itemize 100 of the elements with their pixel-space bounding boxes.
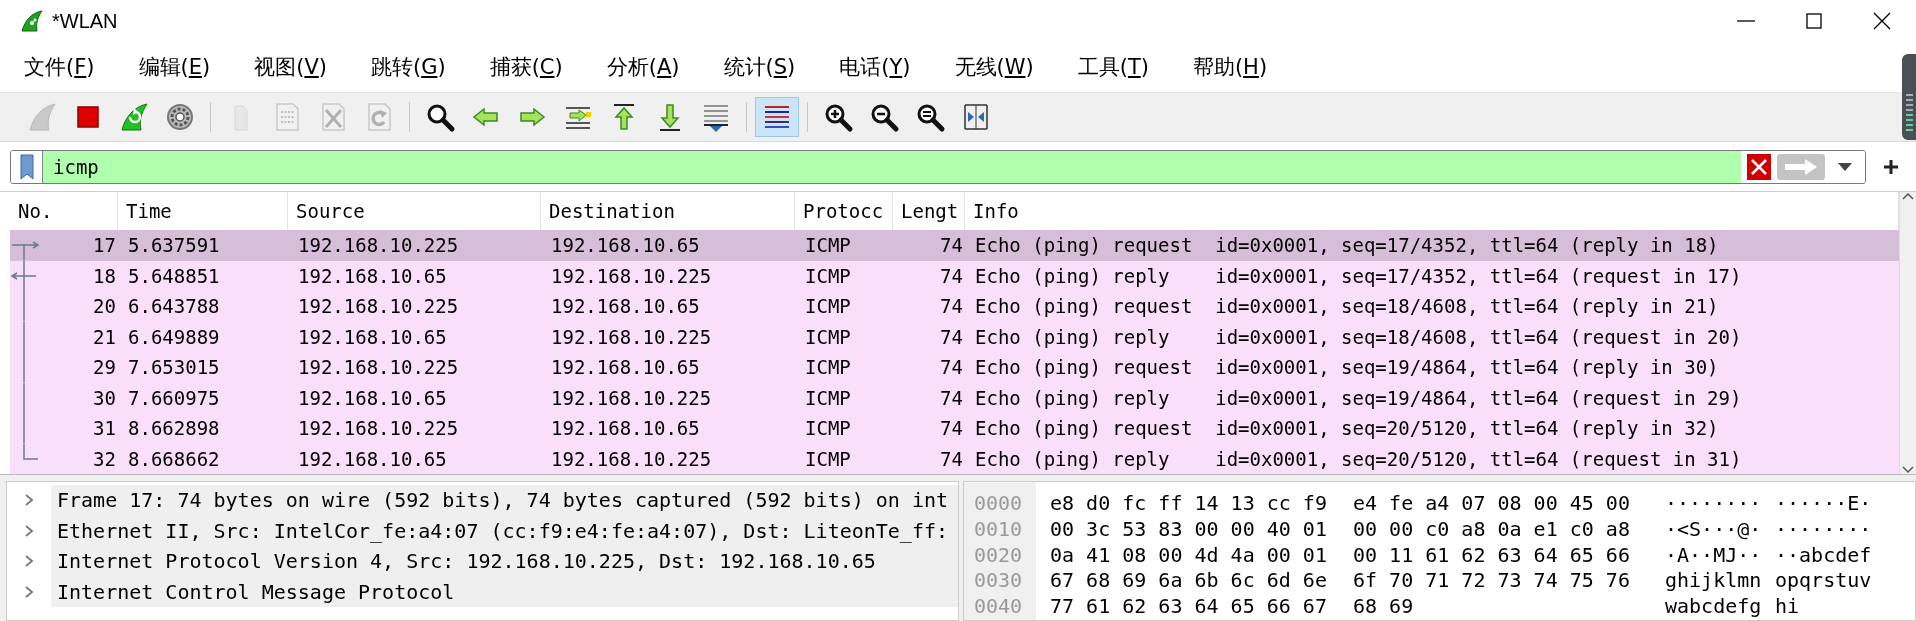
table-cell-text: 6.643788	[127, 295, 221, 318]
table-cell-text: Echo (ping) reply id=0x0001, seq=19/4864, ttl=64 (request in 29)	[974, 386, 1743, 409]
table-cell-text: Echo (ping) reply id=0x0001, seq=17/4352, ttl=64 (request in 17)	[974, 264, 1743, 287]
table-cell-text: 17	[92, 234, 117, 257]
minimize-icon	[1737, 20, 1755, 22]
arrow-right-icon	[11, 241, 40, 249]
table-cell-text: 32	[92, 447, 117, 470]
hex-bytes: 0a 41 08 00 4d 4a 00 01	[1050, 542, 1328, 569]
hex-bytes: 67 68 69 6a 6b 6c 6d 6e	[1050, 568, 1328, 595]
table-cell-text: ICMP	[804, 325, 852, 348]
table-cell-text: 192.168.10.225	[550, 264, 713, 287]
table-cell-text: 74	[939, 417, 964, 440]
packet-row[interactable]: 32 8.668662 192.168.10.65 192.168.10.225 ICMP 74 Echo (ping) reply id=0x0001, seq=20/5120, ttl=64 (request in 31)	[10, 443, 1899, 474]
hex-bytes: 77 61 62 63 64 65 66 67	[1050, 594, 1328, 620]
ascii-text: hi	[1775, 594, 1800, 620]
table-cell-text: 74	[939, 234, 964, 257]
ascii-text: ········	[1665, 491, 1763, 517]
table-cell-text: 192.168.10.65	[297, 386, 448, 409]
menu-item[interactable]: 帮助(H)	[1190, 49, 1270, 85]
menu-item[interactable]: 无线(W)	[952, 49, 1036, 85]
table-cell-text: 192.168.10.225	[550, 325, 713, 348]
table-cell-text: 192.168.10.65	[550, 417, 701, 440]
table-cell-text: 192.168.10.225	[297, 417, 460, 440]
table-cell-text: ICMP	[804, 295, 852, 318]
scroll-down-icon	[1902, 466, 1914, 474]
table-cell-text: 74	[939, 386, 964, 409]
table-cell-text: ICMP	[804, 417, 852, 440]
table-cell-text: 29	[92, 356, 117, 379]
hex-bytes: 00 3c 53 83 00 00 40 01	[1050, 516, 1328, 543]
packet-row[interactable]: 29 7.653015 192.168.10.225 192.168.10.65 ICMP 74 Echo (ping) request id=0x0001, seq=19/4864, ttl=64 (reply in 30)	[10, 352, 1899, 383]
menu-item[interactable]: 工具(T)	[1075, 49, 1151, 85]
menu-item[interactable]: 编辑(E)	[136, 49, 213, 85]
ascii-text: ·A··MJ··	[1665, 542, 1763, 569]
table-cell-text: 192.168.10.65	[297, 325, 448, 348]
table-cell-text: 5.637591	[127, 234, 221, 257]
table-cell-text: 192.168.10.225	[297, 234, 460, 257]
hex-bytes: 00 00 c0 a8 0a e1 c0 a8	[1353, 516, 1631, 543]
window-title: *WLAN	[52, 9, 119, 33]
packet-row[interactable]: 21 6.649889 192.168.10.65 192.168.10.225 ICMP 74 Echo (ping) reply id=0x0001, seq=18/4608, ttl=64 (request in 20)	[10, 321, 1899, 352]
table-cell-text: ICMP	[804, 386, 852, 409]
close-icon	[1873, 12, 1891, 30]
arrow-right-icon	[1783, 157, 1819, 176]
packet-row[interactable]: 18 5.648851 192.168.10.65 192.168.10.225 ICMP 74 Echo (ping) reply id=0x0001, seq=17/4352, ttl=64 (request in 17)	[10, 260, 1899, 291]
table-cell-text: 5.648851	[127, 264, 221, 287]
hex-bytes: e8 d0 fc ff 14 13 cc f9	[1050, 491, 1328, 517]
menu-item[interactable]: 跳转(G)	[368, 49, 448, 85]
bookmark-button[interactable]	[11, 150, 43, 183]
hex-bytes: 00 11 61 62 63 64 65 66	[1353, 542, 1631, 569]
clear-button[interactable]	[1747, 153, 1771, 180]
gear-icon	[164, 101, 196, 133]
table-cell-text: ICMP	[804, 264, 852, 287]
ascii-text: wabcdefg	[1665, 594, 1763, 620]
hex-bytes: 68 69	[1353, 594, 1415, 620]
shark-fin-icon	[26, 101, 58, 133]
table-cell-text: ICMP	[804, 234, 852, 257]
table-cell-text: 74	[939, 295, 964, 318]
byte-offset: 0040	[973, 594, 1024, 620]
ascii-text: ··abcdef	[1775, 542, 1872, 569]
menu-item[interactable]: 分析(A)	[604, 49, 682, 85]
menu-item[interactable]: 文件(F)	[22, 49, 97, 85]
ascii-text: ······E·	[1775, 491, 1872, 517]
ascii-text: opqrstuv	[1775, 568, 1872, 595]
packet-row[interactable]: 20 6.643788 192.168.10.225 192.168.10.65 ICMP 74 Echo (ping) request id=0x0001, seq=18/4608, ttl=64 (reply in 21)	[10, 291, 1899, 322]
table-cell-text: 31	[92, 417, 117, 440]
hex-bytes: e4 fe a4 07 08 00 45 00	[1353, 491, 1631, 517]
table-cell-text: 74	[939, 356, 964, 379]
table-cell-text: 74	[939, 325, 964, 348]
menu-item[interactable]: 视图(V)	[252, 49, 329, 85]
table-cell-text: ICMP	[804, 356, 852, 379]
scroll-up-icon	[1902, 192, 1914, 200]
colored-lines-button[interactable]	[755, 97, 799, 137]
table-cell-text: 8.662898	[127, 417, 221, 440]
packet-row[interactable]: 17 5.637591 192.168.10.225 192.168.10.65 ICMP 74 Echo (ping) request id=0x0001, seq=17/4352, ttl=64 (reply in 18)	[10, 230, 1899, 261]
packet-row[interactable]: 31 8.662898 192.168.10.225 192.168.10.65 ICMP 74 Echo (ping) request id=0x0001, seq=20/5120, ttl=64 (reply in 32)	[10, 413, 1899, 444]
table-cell-text: Echo (ping) reply id=0x0001, seq=18/4608, ttl=64 (request in 20)	[974, 325, 1743, 348]
table-cell-text: 6.649889	[127, 325, 221, 348]
table-cell-text: 18	[92, 264, 117, 287]
maximize-icon	[1806, 13, 1822, 29]
packet-row[interactable]: 30 7.660975 192.168.10.65 192.168.10.225 ICMP 74 Echo (ping) reply id=0x0001, seq=19/4864, ttl=64 (request in 29)	[10, 382, 1899, 413]
x-icon	[1750, 157, 1768, 176]
table-cell-text: 74	[939, 447, 964, 470]
table-cell-text: 192.168.10.65	[297, 447, 448, 470]
table-cell-text: 7.653015	[127, 356, 221, 379]
table-cell-text: 7.660975	[127, 386, 221, 409]
menu-item[interactable]: 统计(S)	[721, 49, 798, 85]
table-cell-text: 192.168.10.65	[550, 356, 701, 379]
ascii-text: ghijklmn	[1665, 568, 1763, 595]
table-cell-text: 192.168.10.65	[550, 295, 701, 318]
level-meter-icon	[1902, 54, 1916, 140]
menu-item[interactable]: 捕获(C)	[487, 49, 565, 85]
table-cell-text: 20	[92, 295, 117, 318]
table-cell-text: Echo (ping) request id=0x0001, seq=19/4864, ttl=64 (reply in 30)	[974, 356, 1720, 379]
arrow-left-icon	[10, 271, 37, 280]
table-cell-text: ICMP	[804, 447, 852, 470]
table-cell-text: 192.168.10.65	[297, 264, 448, 287]
menu-item[interactable]: 电话(Y)	[837, 49, 913, 85]
byte-offset: 0010	[973, 516, 1024, 543]
table-cell-text: 74	[939, 264, 964, 287]
table-cell-text: 192.168.10.225	[297, 295, 460, 318]
filter-field[interactable]: icmp	[43, 150, 1741, 183]
